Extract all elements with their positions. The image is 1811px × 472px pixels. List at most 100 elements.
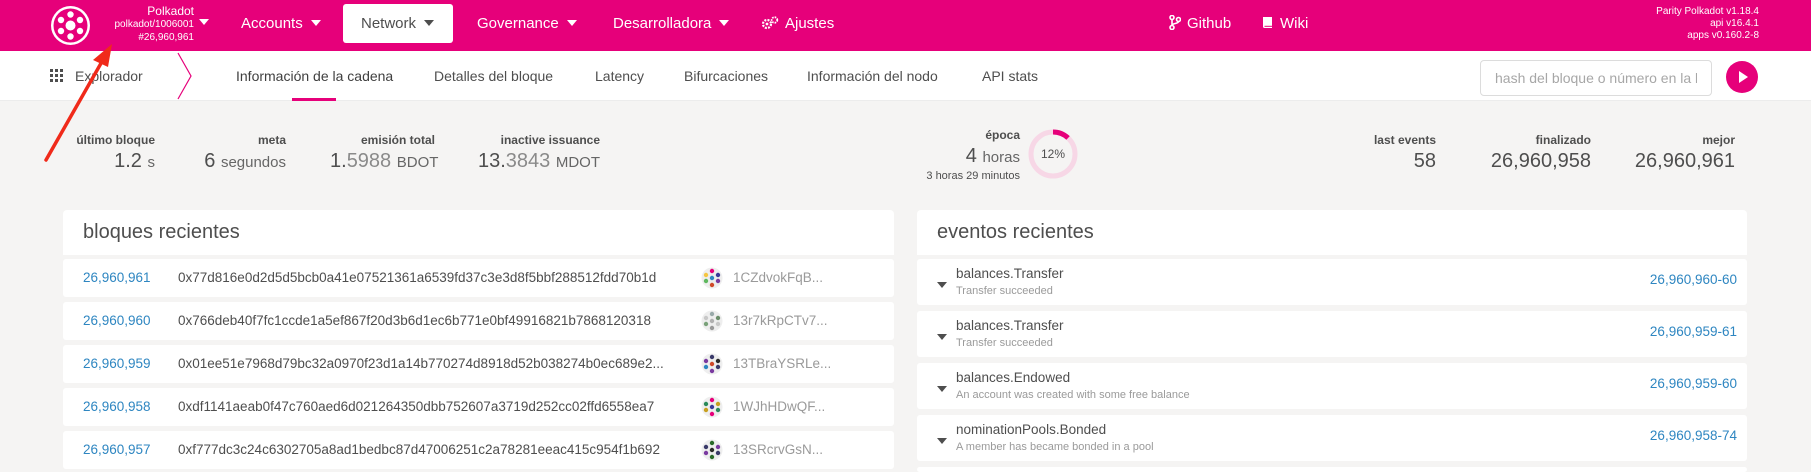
chain-selector[interactable]: Polkadot polkadot/1006001 #26,960,961 bbox=[96, 5, 194, 44]
block-author[interactable]: 13r7kRpCTv7... bbox=[733, 302, 828, 340]
stat-epoch: época 4 horas 3 horas 29 minutos bbox=[900, 127, 1020, 183]
event-row[interactable]: balances.Transfer Transfer succeeded 26,… bbox=[917, 311, 1747, 357]
issuance-int: 1. bbox=[330, 150, 347, 172]
explorer-section[interactable]: Explorador bbox=[50, 51, 143, 101]
last-block-value: 1.2 bbox=[114, 150, 142, 172]
block-author[interactable]: 1WJhHDwQF... bbox=[733, 388, 825, 426]
event-name: balances.Transfer bbox=[956, 266, 1064, 281]
stat-last-block: último bloque 1.2 s bbox=[70, 132, 155, 175]
block-number-link[interactable]: 26,960,961 bbox=[83, 259, 151, 297]
expand-caret-icon[interactable] bbox=[937, 282, 947, 288]
target-unit: segundos bbox=[220, 154, 286, 171]
block-search-input[interactable] bbox=[1480, 60, 1712, 96]
block-hash: 0x77d816e0d2d5d5bcb0a41e07521361a6539fd3… bbox=[178, 270, 657, 285]
block-hash: 0xf777dc3c24c6302705a8ad1bedbc87d4700625… bbox=[178, 442, 660, 457]
stat-label: finalizado bbox=[1535, 133, 1591, 147]
epoch-remaining: 3 horas 29 minutos bbox=[900, 170, 1020, 183]
event-row[interactable]: balances.Endowed An account was created … bbox=[917, 363, 1747, 409]
menu-accounts[interactable]: Accounts bbox=[241, 4, 321, 43]
menu-settings[interactable]: Ajustes bbox=[761, 4, 834, 43]
last-block-unit: s bbox=[147, 154, 156, 171]
search-go-button[interactable] bbox=[1726, 61, 1758, 93]
stat-label: mejor bbox=[1702, 133, 1735, 147]
gears-icon bbox=[761, 15, 779, 29]
epoch-sub-hours: 3 bbox=[926, 170, 933, 182]
polkadot-logo-icon[interactable] bbox=[51, 6, 90, 45]
epoch-sub-hours-unit: horas bbox=[935, 170, 964, 182]
menu-governance-label: Governance bbox=[477, 15, 559, 32]
menu-governance[interactable]: Governance bbox=[477, 4, 577, 43]
epoch-sub-minutes: 29 bbox=[966, 170, 979, 182]
link-github[interactable]: Github bbox=[1169, 4, 1231, 43]
block-author[interactable]: 13TBraYSRLe... bbox=[733, 345, 831, 383]
recent-events-title: eventos recientes bbox=[917, 210, 1747, 255]
caret-down-icon bbox=[719, 20, 730, 27]
stat-value: 26,960,961 bbox=[1634, 150, 1735, 172]
stat-value: 6 segundos bbox=[190, 149, 286, 175]
event-description: A member has became bonded in a pool bbox=[956, 441, 1154, 453]
event-name: nominationPools.Bonded bbox=[956, 422, 1107, 437]
block-number-link[interactable]: 26,960,958 bbox=[83, 388, 151, 426]
link-github-label: Github bbox=[1187, 15, 1232, 32]
block-row: 26,960,957 0xf777dc3c24c6302705a8ad1bedb… bbox=[63, 431, 894, 469]
stat-label: último bloque bbox=[76, 133, 155, 147]
block-author[interactable]: 1CZdvokFqB... bbox=[733, 259, 823, 297]
inactive-int: 13. bbox=[477, 150, 506, 172]
author-identicon-icon bbox=[701, 267, 723, 289]
caret-down-icon bbox=[424, 20, 435, 27]
block-number-link[interactable]: 26,960,960 bbox=[83, 302, 151, 340]
block-number-link[interactable]: 26,960,957 bbox=[83, 431, 151, 469]
event-block-link[interactable]: 26,960,960-60 bbox=[1650, 272, 1737, 287]
event-row[interactable]: nominationPools.Bonded A member has beca… bbox=[917, 415, 1747, 461]
stat-finalized: finalizado 26,960,958 bbox=[1480, 132, 1591, 173]
grid-icon bbox=[50, 69, 63, 83]
recent-blocks-title: bloques recientes bbox=[63, 210, 894, 255]
block-row: 26,960,959 0x01ee51e7968d79bc32a0970f23d… bbox=[63, 345, 894, 383]
book-icon bbox=[1263, 16, 1272, 28]
expand-caret-icon[interactable] bbox=[937, 438, 947, 444]
author-identicon-icon bbox=[701, 396, 723, 418]
link-wiki-label: Wiki bbox=[1280, 15, 1309, 32]
explorer-label: Explorador bbox=[75, 68, 143, 84]
stat-target: meta 6 segundos bbox=[190, 132, 286, 175]
expand-caret-icon[interactable] bbox=[937, 334, 947, 340]
menu-developer[interactable]: Desarrolladora bbox=[613, 4, 730, 43]
stat-value: 4 horas bbox=[900, 144, 1020, 170]
menu-settings-label: Ajustes bbox=[785, 15, 835, 32]
tab-block-details[interactable]: Detalles del bloque bbox=[434, 51, 553, 101]
tab-latency[interactable]: Latency bbox=[595, 51, 644, 101]
issuance-unit: BDOT bbox=[396, 154, 439, 171]
block-author[interactable]: 13SRcrvGsN... bbox=[733, 431, 823, 469]
chain-dropdown-caret-icon[interactable] bbox=[199, 19, 209, 25]
issuance-frac: 5988 bbox=[346, 150, 392, 172]
chain-spec: polkadot/1006001 bbox=[114, 19, 194, 30]
event-name: balances.Transfer bbox=[956, 318, 1064, 333]
menu-network[interactable]: Network bbox=[343, 4, 453, 43]
event-block-link[interactable]: 26,960,958-74 bbox=[1650, 428, 1737, 443]
event-block-link[interactable]: 26,960,959-61 bbox=[1650, 324, 1737, 339]
event-row[interactable]: balances.Transfer Transfer succeeded 26,… bbox=[917, 259, 1747, 305]
stat-inactive-issuance: inactive issuance 13.3843 MDOT bbox=[470, 132, 600, 175]
block-hash: 0x766deb40f7fc1ccde1a5ef867f20d3b6d1ec6b… bbox=[178, 313, 651, 328]
tab-node-info[interactable]: Información del nodo bbox=[807, 51, 938, 101]
tab-forks[interactable]: Bifurcaciones bbox=[684, 51, 768, 101]
stat-label: época bbox=[985, 128, 1020, 142]
epoch-sub-minutes-unit: minutos bbox=[981, 170, 1020, 182]
tab-chain-info[interactable]: Información de la cadena bbox=[236, 51, 393, 101]
target-value: 6 bbox=[204, 150, 216, 172]
chain-name: Polkadot bbox=[147, 4, 194, 18]
play-icon bbox=[1739, 71, 1748, 83]
stat-total-issuance: emisión total 1.5988 BDOT bbox=[330, 132, 438, 175]
event-description: An account was created with some free ba… bbox=[956, 389, 1190, 401]
block-hash: 0xdf1141aeab0f47c760aed6d021264350dbb752… bbox=[178, 399, 655, 414]
stat-label: inactive issuance bbox=[500, 133, 600, 147]
link-wiki[interactable]: Wiki bbox=[1262, 4, 1308, 43]
event-block-link[interactable]: 26,960,959-60 bbox=[1650, 376, 1737, 391]
inactive-unit: MDOT bbox=[555, 154, 600, 171]
expand-caret-icon[interactable] bbox=[937, 386, 947, 392]
block-number-link[interactable]: 26,960,959 bbox=[83, 345, 151, 383]
tab-api-stats[interactable]: API stats bbox=[982, 51, 1038, 101]
stat-label: last events bbox=[1373, 133, 1436, 147]
block-row: 26,960,958 0xdf1141aeab0f47c760aed6d0212… bbox=[63, 388, 894, 426]
version-info: Parity Polkadot v1.18.4 api v16.4.1 apps… bbox=[1656, 6, 1759, 42]
